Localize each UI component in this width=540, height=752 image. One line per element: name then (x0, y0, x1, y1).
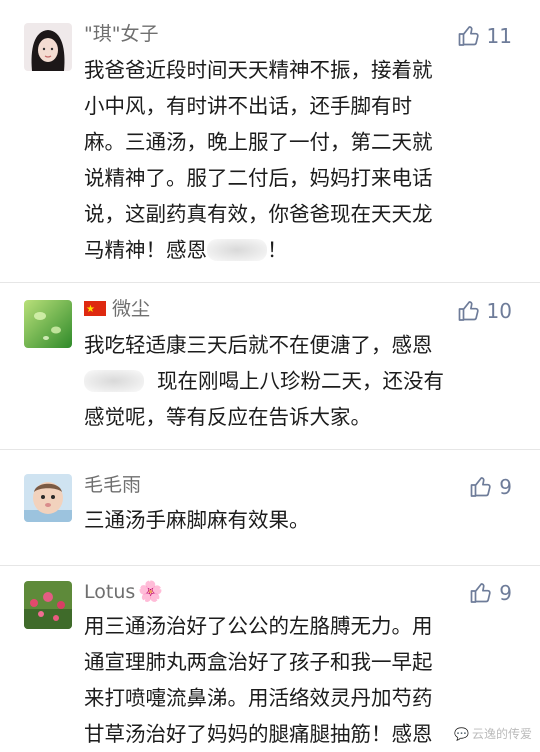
like-button[interactable]: 10 (457, 299, 512, 323)
username-text: 微尘 (112, 298, 151, 320)
comment-line: 马精神！感恩 (84, 238, 207, 262)
comment-item: "琪"女子 11 我爸爸近段时间天天精神不振，接着就 小中风，有时讲不出话，还手… (0, 0, 540, 282)
comment-line: 用三通汤治好了公公的左胳膊无力。用 (84, 614, 433, 638)
comment-line: 感觉呢，等有反应在告诉大家。 (84, 405, 371, 429)
comment-line: 麻。三通汤，晚上服了一付，第二天就 (84, 130, 433, 154)
blurred-name (84, 370, 144, 392)
username[interactable]: 微尘 (84, 297, 151, 322)
comment-line: 通宣理肺丸两盒治好了孩子和我一早起 (84, 650, 433, 674)
comment-item: Lotus 🌸 9 用三通汤治好了公公的左胳膊无力。用 通宣理肺丸两盒治好了孩子和… (0, 566, 540, 748)
comment-line: 甘草汤治好了妈妈的腿痛腿抽筋！感恩 (84, 722, 433, 746)
like-button[interactable]: 9 (469, 581, 512, 605)
comment-text: 我吃轻适康三天后就不在便溏了，感恩 现在刚喝上八珍粉二天，还没有 感觉呢，等有反… (84, 327, 520, 435)
comment-line: 小中风，有时讲不出话，还手脚有时 (84, 94, 412, 118)
watermark-text: 云逸的传爱 (471, 727, 532, 741)
like-count: 9 (499, 475, 512, 499)
wechat-icon: 💬 (454, 726, 469, 741)
blurred-name (207, 239, 267, 261)
watermark: 💬 云逸的传爱 (454, 725, 532, 742)
thumbs-up-icon (469, 475, 493, 499)
comment-line: 说精神了。服了二付后，妈妈打来电话 (84, 166, 433, 190)
thumbs-up-icon (457, 299, 481, 323)
like-button[interactable]: 9 (469, 475, 512, 499)
comment-line: 来打喷嚏流鼻涕。用活络效灵丹加芍药 (84, 686, 433, 710)
like-button[interactable]: 11 (457, 24, 512, 48)
avatar[interactable] (24, 300, 72, 348)
comment-item: 毛毛雨 9 三通汤手麻脚麻有效果。 (0, 450, 540, 565)
comment-line: 我吃轻适康三天后就不在便溏了，感恩 (84, 333, 433, 357)
avatar[interactable] (24, 474, 72, 522)
username[interactable]: 毛毛雨 (84, 473, 141, 497)
username[interactable]: "琪"女子 (84, 22, 158, 46)
username[interactable]: Lotus 🌸 (84, 579, 163, 604)
comment-line: 现在刚喝上八珍粉二天，还没有 (157, 369, 445, 393)
avatar[interactable] (24, 581, 72, 629)
like-count: 10 (486, 299, 512, 323)
username-text: Lotus (84, 581, 136, 603)
china-flag-icon (84, 298, 106, 322)
comment-item: 微尘 10 我吃轻适康三天后就不在便溏了，感恩 现在刚喝上八珍粉二天，还没有 感… (0, 283, 540, 449)
comment-line: 我爸爸近段时间天天精神不振，接着就 (84, 58, 433, 82)
like-count: 9 (499, 581, 512, 605)
thumbs-up-icon (457, 24, 481, 48)
comment-line: 三通汤手麻脚麻有效果。 (84, 508, 310, 532)
comment-line: ！ (267, 238, 288, 262)
avatar[interactable] (24, 23, 72, 71)
comment-text: 三通汤手麻脚麻有效果。 (84, 502, 520, 538)
cherry-blossom-icon: 🌸 (138, 579, 164, 603)
like-count: 11 (486, 24, 512, 48)
comment-text: 我爸爸近段时间天天精神不振，接着就 小中风，有时讲不出话，还手脚有时 麻。三通汤… (84, 52, 520, 268)
thumbs-up-icon (469, 581, 493, 605)
comment-line: 说，这副药真有效，你爸爸现在天天龙 (84, 202, 433, 226)
